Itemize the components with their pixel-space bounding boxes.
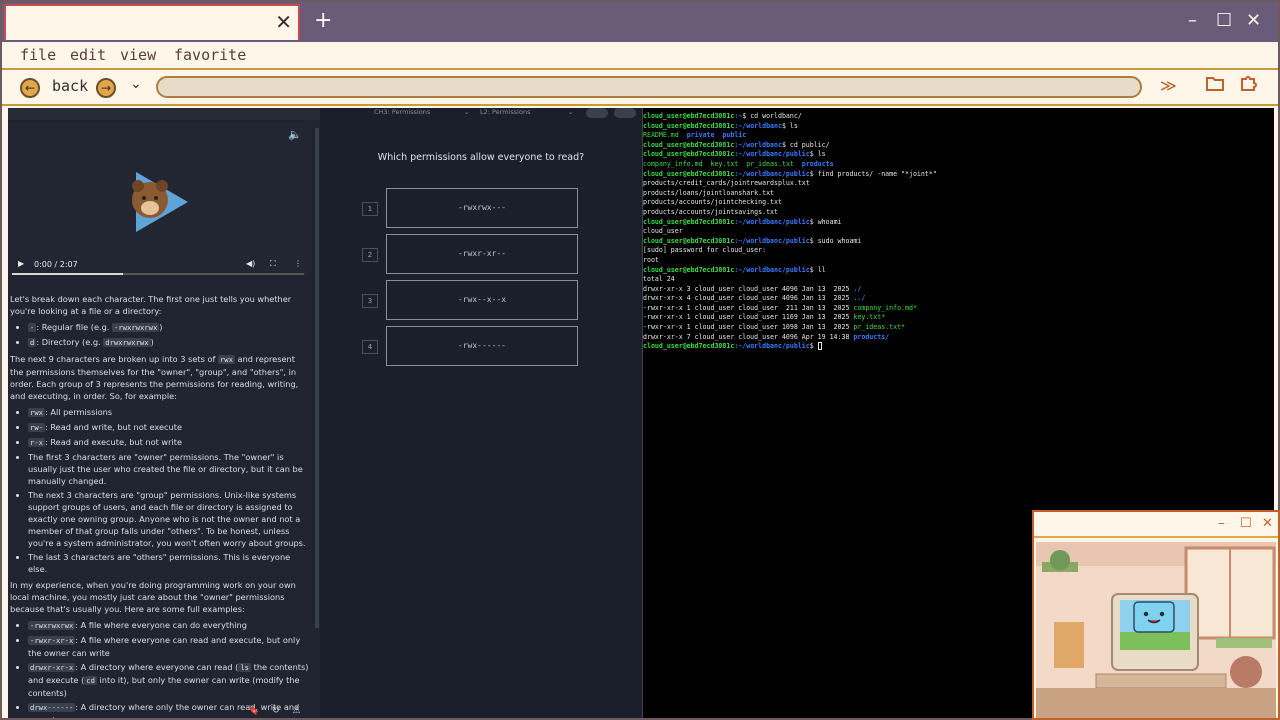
quiz-option[interactable]: -rwxrwx---	[386, 188, 578, 228]
play-icon[interactable]: ▶	[18, 259, 24, 268]
forward-arrow-icon[interactable]: →	[96, 78, 116, 98]
close-icon[interactable]: ✕	[1246, 10, 1261, 31]
video-controls: ▶ 0:00 / 2:07 ◀) ⛶ ⋮	[8, 254, 308, 276]
new-tab-button[interactable]: +	[314, 8, 332, 33]
list-item: r-x: Read and execute, but not write	[28, 436, 310, 449]
maximize-icon[interactable]: ☐	[1216, 10, 1232, 31]
lofi-room-illustration	[1036, 542, 1276, 718]
lesson-select-chevron-icon[interactable]: ⌄	[568, 108, 573, 118]
chapter-select[interactable]: CH3: Permissions	[374, 108, 430, 118]
quiz-option[interactable]: -rwxr-xr--	[386, 234, 578, 274]
option-number: 1	[362, 202, 378, 216]
volume-icon[interactable]: 🔈	[288, 128, 302, 141]
lesson-article: Let's break down each character. The fir…	[10, 293, 310, 718]
quiz-question: Which permissions allow everyone to read…	[377, 152, 585, 163]
quiz-option[interactable]: -rwx--x--x	[386, 280, 578, 320]
floating-maximize-icon[interactable]: ☐	[1240, 516, 1252, 531]
video-time: 0:00 / 2:07	[34, 260, 78, 269]
report-icon[interactable]: ⚠	[293, 706, 301, 716]
option-number: 2	[362, 248, 378, 262]
lesson-footer-icons: 🔖 ↻ ⚠	[248, 706, 301, 716]
address-bar[interactable]	[156, 76, 1142, 98]
floating-minimize-icon[interactable]: –	[1218, 516, 1225, 531]
video-progress[interactable]	[12, 273, 304, 275]
app-window: ✕ + – ☐ ✕ file edit view favorite ← back…	[0, 0, 1280, 720]
list-item: rw-: Read and write, but not execute	[28, 421, 310, 434]
minimize-icon[interactable]: –	[1188, 10, 1197, 31]
terminal-cursor	[817, 342, 822, 351]
list-item: -rwxrwxrwx: A file where everyone can do…	[28, 619, 310, 632]
refresh-icon[interactable]: ↻	[272, 706, 280, 716]
list-item: d: Directory (e.g. drwxrwxrwx)	[28, 336, 310, 349]
fullscreen-icon[interactable]: ⛶	[270, 259, 276, 269]
quiz-option[interactable]: -rwx------	[386, 326, 578, 366]
back-arrow-icon[interactable]: ←	[20, 78, 40, 98]
title-bar: ✕ + – ☐ ✕	[2, 2, 1278, 42]
navigation-bar: ← back → ⌄ ≫	[2, 70, 1278, 106]
option-number: 4	[362, 340, 378, 354]
terminal-output: cloud_user@ebd7ecd3081c:~$ cd worldbanc/…	[643, 112, 937, 351]
floating-video-window[interactable]: – ☐ ✕	[1032, 510, 1280, 720]
paragraph: The next 9 characters are broken up into…	[10, 354, 299, 401]
menu-view[interactable]: view	[120, 46, 156, 64]
more-options-icon[interactable]: ⋮	[294, 259, 302, 268]
menu-file[interactable]: file	[20, 46, 56, 64]
quiz-panel: CH3: Permissions ⌄ L2: Permissions ⌄ Whi…	[320, 108, 642, 718]
browser-tab[interactable]: ✕	[4, 4, 300, 40]
floating-window-titlebar[interactable]: – ☐ ✕	[1034, 512, 1278, 538]
list-item: rwx: All permissions	[28, 406, 310, 419]
chevron-down-icon[interactable]: ⌄	[130, 76, 142, 92]
lesson-panel: 🔈 ▶ 0:00 / 2:07 ◀) ⛶ ⋮ Let's break down …	[8, 108, 320, 718]
list-item: -: Regular file (e.g. -rwxrwxrwx)	[28, 321, 310, 334]
paragraph: In my experience, when you're doing prog…	[10, 580, 296, 614]
folder-icon[interactable]	[1206, 75, 1224, 95]
list-item: The next 3 characters are "group" permis…	[28, 489, 310, 549]
more-icon[interactable]: ≫	[1160, 76, 1177, 95]
list-item: The last 3 characters are "others" permi…	[28, 551, 310, 575]
next-lesson-button[interactable]	[614, 108, 636, 118]
chapter-select-chevron-icon[interactable]: ⌄	[464, 108, 469, 118]
menu-bar: file edit view favorite	[2, 42, 1278, 70]
bookmark-icon[interactable]: 🔖	[248, 706, 259, 716]
play-bear-icon[interactable]	[122, 166, 194, 238]
video-player[interactable]: 🔈 ▶ 0:00 / 2:07 ◀) ⛶ ⋮	[8, 122, 308, 276]
back-button-label[interactable]: back	[52, 77, 88, 95]
option-number: 3	[362, 294, 378, 308]
tab-close-icon[interactable]: ✕	[275, 10, 292, 34]
floating-close-icon[interactable]: ✕	[1262, 516, 1273, 531]
lesson-select[interactable]: L2: Permissions	[480, 108, 530, 118]
mute-icon[interactable]: ◀)	[246, 259, 255, 268]
prev-lesson-button[interactable]	[586, 108, 608, 118]
paragraph: Let's break down each character. The fir…	[10, 294, 292, 316]
menu-edit[interactable]: edit	[70, 46, 106, 64]
puzzle-icon[interactable]	[1240, 75, 1258, 95]
list-item: -rwxr-xr-x: A file where everyone can re…	[28, 634, 310, 659]
lesson-toolbar	[8, 108, 320, 120]
lesson-scrollbar[interactable]	[315, 128, 319, 628]
menu-favorite[interactable]: favorite	[174, 46, 246, 64]
list-item: The first 3 characters are "owner" permi…	[28, 451, 310, 487]
list-item: drwxr-xr-x: A directory where everyone c…	[28, 661, 310, 699]
